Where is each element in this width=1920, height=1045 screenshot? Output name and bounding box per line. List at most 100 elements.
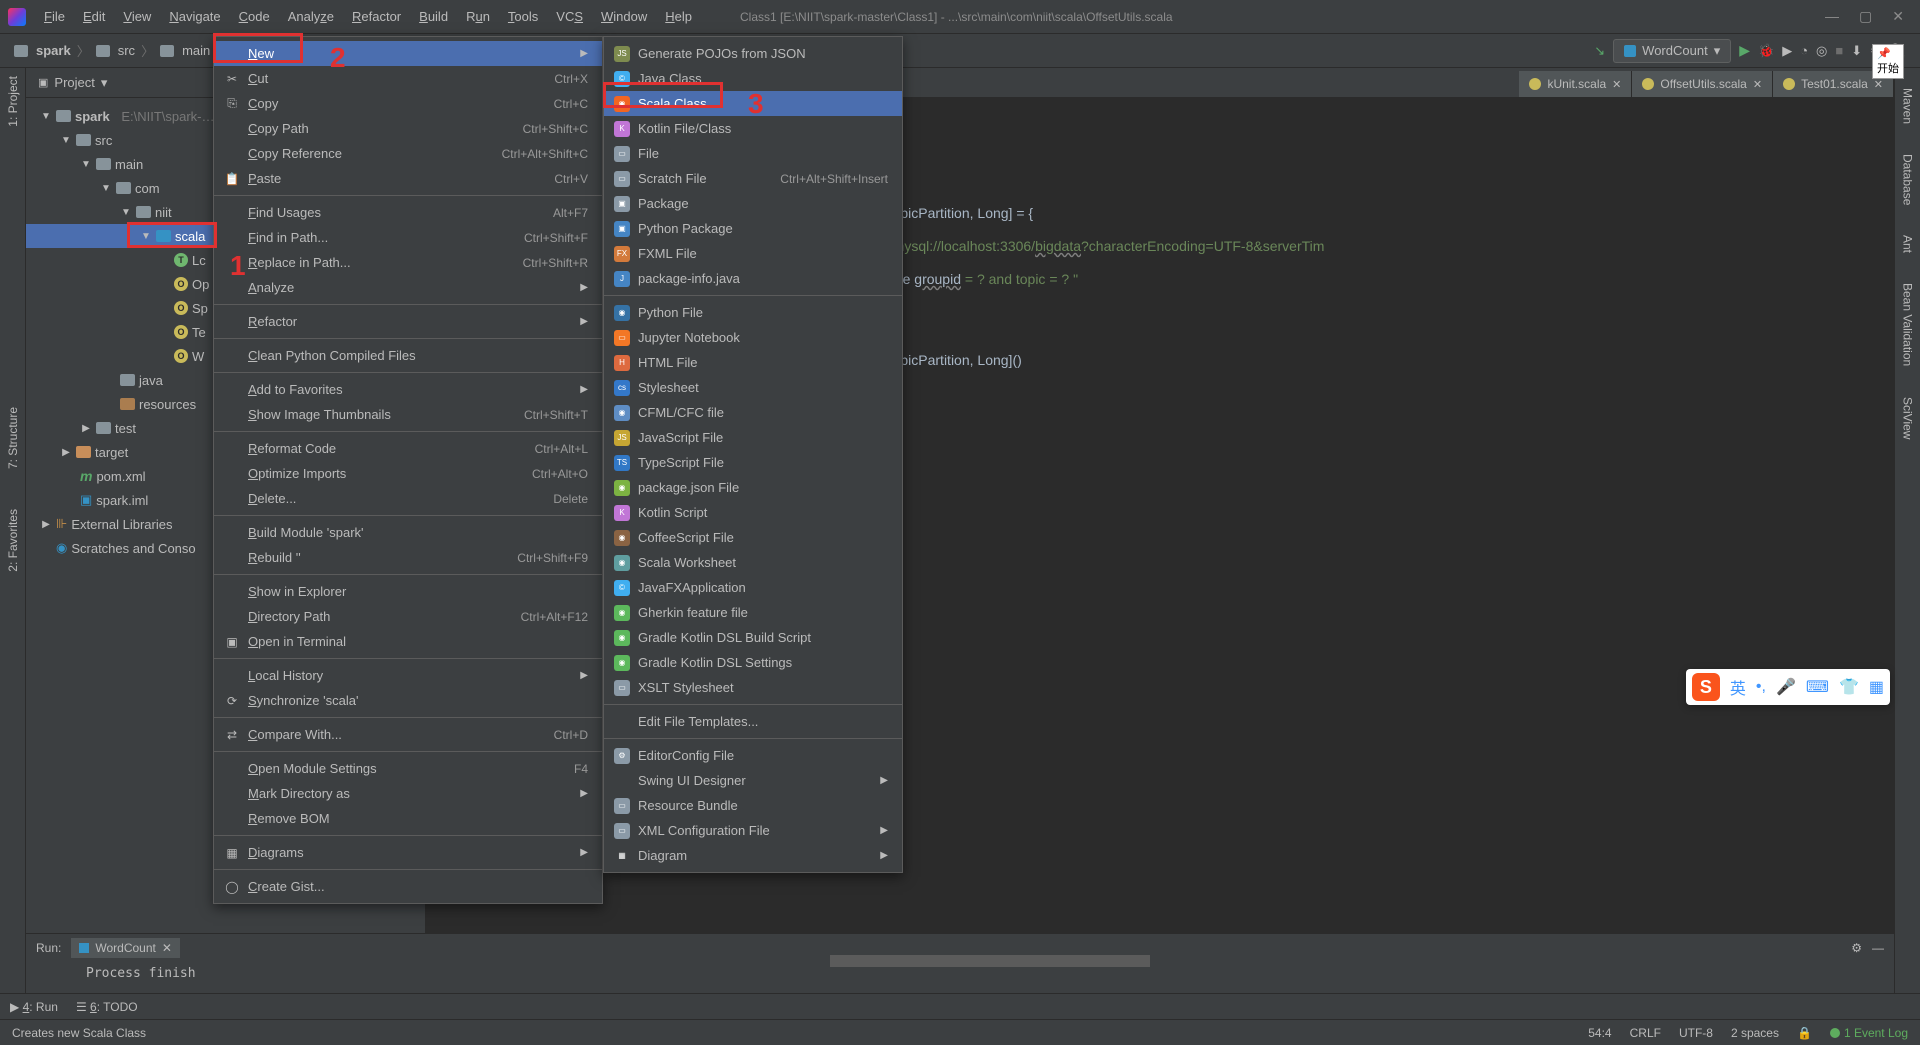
- ctx-diagrams[interactable]: ▦Diagrams▶: [214, 840, 602, 865]
- profile-icon[interactable]: ◔: [1800, 43, 1808, 58]
- concurrency-icon[interactable]: ◎: [1816, 43, 1827, 59]
- tool-favorites[interactable]: 2: Favorites: [6, 509, 20, 572]
- ctx-copy-path[interactable]: Copy PathCtrl+Shift+C: [214, 116, 602, 141]
- file-encoding[interactable]: UTF-8: [1679, 1026, 1713, 1040]
- vcs-icon[interactable]: ⬇: [1851, 43, 1862, 59]
- new-stylesheet[interactable]: csStylesheet: [604, 375, 902, 400]
- ctx-add-to-favorites[interactable]: Add to Favorites▶: [214, 377, 602, 402]
- new-edit-file-templates-[interactable]: Edit File Templates...: [604, 709, 902, 734]
- ctx-remove-bom[interactable]: Remove BOM: [214, 806, 602, 831]
- ime-keyboard-icon[interactable]: ⌨: [1806, 677, 1829, 697]
- minimize-icon[interactable]: —: [1825, 8, 1839, 25]
- tool-ant[interactable]: Ant: [1901, 235, 1915, 253]
- breadcrumb[interactable]: spark 〉 src 〉 main 〉: [14, 41, 229, 60]
- breadcrumb-item[interactable]: src: [118, 43, 135, 58]
- horizontal-scrollbar[interactable]: [450, 955, 1170, 967]
- ctx-open-module-settings[interactable]: Open Module SettingsF4: [214, 756, 602, 781]
- indent-status[interactable]: 2 spaces: [1731, 1026, 1779, 1040]
- new-jupyter-notebook[interactable]: ▭Jupyter Notebook: [604, 325, 902, 350]
- menu-tools[interactable]: Tools: [500, 5, 546, 28]
- new-gherkin-feature-file[interactable]: ◉Gherkin feature file: [604, 600, 902, 625]
- menu-view[interactable]: View: [115, 5, 159, 28]
- ime-voice-icon[interactable]: 🎤: [1776, 677, 1796, 697]
- ctx-find-usages[interactable]: Find UsagesAlt+F7: [214, 200, 602, 225]
- ctx-create-gist-[interactable]: ◯Create Gist...: [214, 874, 602, 899]
- ctx-cut[interactable]: ✂CutCtrl+X: [214, 66, 602, 91]
- menu-window[interactable]: Window: [593, 5, 655, 28]
- ctx-build-module-spark-[interactable]: Build Module 'spark': [214, 520, 602, 545]
- menu-file[interactable]: File: [36, 5, 73, 28]
- new-gradle-kotlin-dsl-settings[interactable]: ◉Gradle Kotlin DSL Settings: [604, 650, 902, 675]
- new-cfml-cfc-file[interactable]: ◉CFML/CFC file: [604, 400, 902, 425]
- ctx-reformat-code[interactable]: Reformat CodeCtrl+Alt+L: [214, 436, 602, 461]
- new-html-file[interactable]: HHTML File: [604, 350, 902, 375]
- ctx-show-image-thumbnails[interactable]: Show Image ThumbnailsCtrl+Shift+T: [214, 402, 602, 427]
- new-submenu[interactable]: JSGenerate POJOs from JSON©Java Class◉Sc…: [603, 36, 903, 873]
- new-scratch-file[interactable]: ▭Scratch FileCtrl+Alt+Shift+Insert: [604, 166, 902, 191]
- ctx-compare-with-[interactable]: ⇄Compare With...Ctrl+D: [214, 722, 602, 747]
- new-generate-pojos-from-json[interactable]: JSGenerate POJOs from JSON: [604, 41, 902, 66]
- scrollbar-thumb[interactable]: [830, 955, 1150, 967]
- new-swing-ui-designer[interactable]: Swing UI Designer▶: [604, 768, 902, 793]
- start-overlay[interactable]: 📌开始: [1872, 44, 1904, 79]
- tool-database[interactable]: Database: [1901, 154, 1915, 205]
- ime-skin-icon[interactable]: 👕: [1839, 677, 1859, 697]
- minimize-icon[interactable]: —: [1872, 941, 1884, 955]
- breadcrumb-item[interactable]: main: [182, 43, 210, 58]
- maximize-icon[interactable]: ▢: [1859, 8, 1872, 25]
- ime-punct-icon[interactable]: •,: [1756, 678, 1766, 696]
- context-menu[interactable]: New▶✂CutCtrl+X⎘CopyCtrl+CCopy PathCtrl+S…: [213, 36, 603, 904]
- menu-vcs[interactable]: VCS: [548, 5, 591, 28]
- new-package-info-java[interactable]: Jpackage-info.java: [604, 266, 902, 291]
- menu-analyze[interactable]: Analyze: [280, 5, 342, 28]
- menu-help[interactable]: Help: [657, 5, 700, 28]
- close-icon[interactable]: ✕: [1874, 78, 1883, 91]
- event-log[interactable]: 1 Event Log: [1830, 1026, 1908, 1040]
- tool-project[interactable]: 1: Project: [6, 76, 20, 127]
- new-scala-worksheet[interactable]: ◉Scala Worksheet: [604, 550, 902, 575]
- ctx-optimize-imports[interactable]: Optimize ImportsCtrl+Alt+O: [214, 461, 602, 486]
- new-python-package[interactable]: ▣Python Package: [604, 216, 902, 241]
- ime-toolbox-icon[interactable]: ▦: [1869, 677, 1884, 697]
- new-coffeescript-file[interactable]: ◉CoffeeScript File: [604, 525, 902, 550]
- breadcrumb-item[interactable]: spark: [36, 43, 71, 58]
- tool-sciview[interactable]: SciView: [1901, 397, 1915, 439]
- new-xml-configuration-file[interactable]: ▭XML Configuration File▶: [604, 818, 902, 843]
- new-fxml-file[interactable]: FXFXML File: [604, 241, 902, 266]
- ctx-open-in-terminal[interactable]: ▣Open in Terminal: [214, 629, 602, 654]
- editor-tab[interactable]: kUnit.scala✕: [1519, 71, 1632, 97]
- gear-icon[interactable]: ⚙: [1851, 941, 1862, 955]
- new-xslt-stylesheet[interactable]: ▭XSLT Stylesheet: [604, 675, 902, 700]
- new-file[interactable]: ▭File: [604, 141, 902, 166]
- close-icon[interactable]: ✕: [1753, 78, 1762, 91]
- line-separator[interactable]: CRLF: [1630, 1026, 1661, 1040]
- ctx-mark-directory-as[interactable]: Mark Directory as▶: [214, 781, 602, 806]
- editor-tab[interactable]: OffsetUtils.scala✕: [1632, 71, 1773, 97]
- debug-icon[interactable]: 🐞: [1758, 43, 1774, 59]
- menu-edit[interactable]: Edit: [75, 5, 113, 28]
- menu-navigate[interactable]: Navigate: [161, 5, 228, 28]
- ctx-show-in-explorer[interactable]: Show in Explorer: [214, 579, 602, 604]
- ctx-copy[interactable]: ⎘CopyCtrl+C: [214, 91, 602, 116]
- ime-lang[interactable]: 英: [1730, 675, 1746, 699]
- new-resource-bundle[interactable]: ▭Resource Bundle: [604, 793, 902, 818]
- new-editorconfig-file[interactable]: ⚙EditorConfig File: [604, 743, 902, 768]
- ctx-synchronize-scala-[interactable]: ⟳Synchronize 'scala': [214, 688, 602, 713]
- menu-run[interactable]: Run: [458, 5, 498, 28]
- new-javascript-file[interactable]: JSJavaScript File: [604, 425, 902, 450]
- tool-bean[interactable]: Bean Validation: [1901, 283, 1915, 366]
- new-gradle-kotlin-dsl-build-script[interactable]: ◉Gradle Kotlin DSL Build Script: [604, 625, 902, 650]
- run-tab[interactable]: WordCount✕: [71, 938, 180, 958]
- new-kotlin-script[interactable]: KKotlin Script: [604, 500, 902, 525]
- close-icon[interactable]: ✕: [162, 941, 172, 955]
- run-config-selector[interactable]: WordCount ▾: [1613, 39, 1731, 63]
- close-icon[interactable]: ✕: [1612, 78, 1621, 91]
- close-icon[interactable]: ✕: [1892, 8, 1904, 25]
- build-icon[interactable]: ↘: [1594, 43, 1605, 59]
- ctx-rebuild-default-[interactable]: Rebuild ''Ctrl+Shift+F9: [214, 545, 602, 570]
- ctx-find-in-path-[interactable]: Find in Path...Ctrl+Shift+F: [214, 225, 602, 250]
- ctx-analyze[interactable]: Analyze▶: [214, 275, 602, 300]
- stop-icon[interactable]: ■: [1835, 43, 1843, 58]
- new-package[interactable]: ▣Package: [604, 191, 902, 216]
- ime-toolbar[interactable]: S 英 •, 🎤 ⌨ 👕 ▦: [1686, 669, 1890, 705]
